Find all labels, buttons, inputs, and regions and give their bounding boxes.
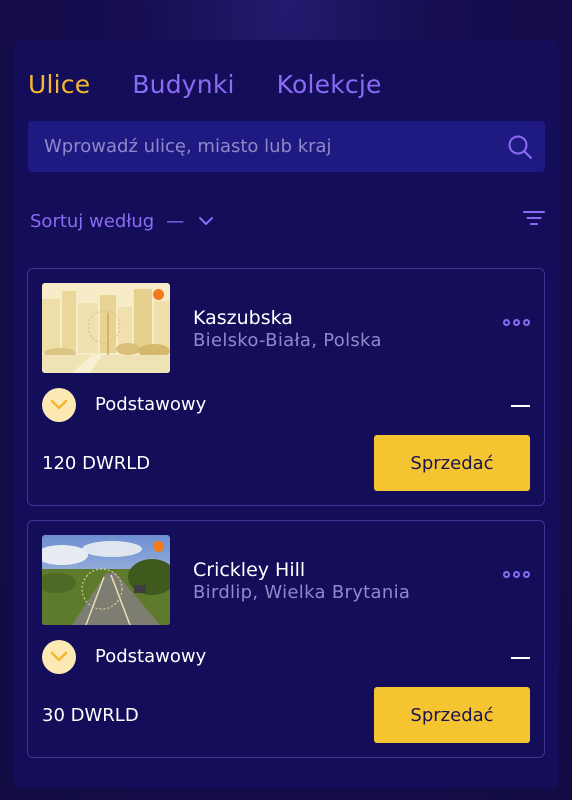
search-input[interactable] [44, 136, 495, 157]
property-thumbnail [42, 535, 170, 625]
tab-kolekcje[interactable]: Kolekcje [277, 70, 382, 99]
city-name: Bielsko-Biała, Polska [193, 330, 382, 351]
tier-value [511, 405, 530, 407]
search-bar [28, 121, 545, 172]
filter-icon[interactable] [523, 210, 545, 230]
sell-button[interactable]: Sprzedać [374, 687, 530, 743]
tab-bar: Ulice Budynki Kolekcje [28, 70, 424, 99]
more-icon[interactable] [503, 319, 530, 326]
tier-label: Podstawowy [95, 646, 207, 667]
sort-value[interactable]: — [166, 211, 184, 232]
street-name: Crickley Hill [193, 559, 306, 581]
chevron-down-icon[interactable] [42, 388, 76, 422]
price: 30 DWRLD [42, 705, 139, 726]
property-card[interactable]: Kaszubska Bielsko-Biała, Polska Podstawo… [27, 268, 545, 506]
sell-button[interactable]: Sprzedać [374, 435, 530, 491]
property-card[interactable]: Crickley Hill Birdlip, Wielka Brytania P… [27, 520, 545, 758]
more-icon[interactable] [503, 571, 530, 578]
tab-ulice[interactable]: Ulice [28, 70, 90, 99]
status-dot [153, 289, 164, 300]
sort-row: Sortuj według — [30, 206, 545, 236]
tier-label: Podstawowy [95, 394, 207, 415]
search-icon[interactable] [495, 121, 545, 172]
property-thumbnail [42, 283, 170, 373]
tab-budynki[interactable]: Budynki [132, 70, 234, 99]
chevron-down-icon[interactable] [198, 216, 214, 226]
sort-label: Sortuj według [30, 210, 155, 232]
status-dot [153, 541, 164, 552]
streets-panel: Ulice Budynki Kolekcje Sortuj według — [14, 40, 559, 788]
street-name: Kaszubska [193, 307, 293, 329]
city-name: Birdlip, Wielka Brytania [193, 582, 411, 603]
chevron-down-icon[interactable] [42, 640, 76, 674]
tier-value [511, 657, 530, 659]
price: 120 DWRLD [42, 453, 151, 474]
